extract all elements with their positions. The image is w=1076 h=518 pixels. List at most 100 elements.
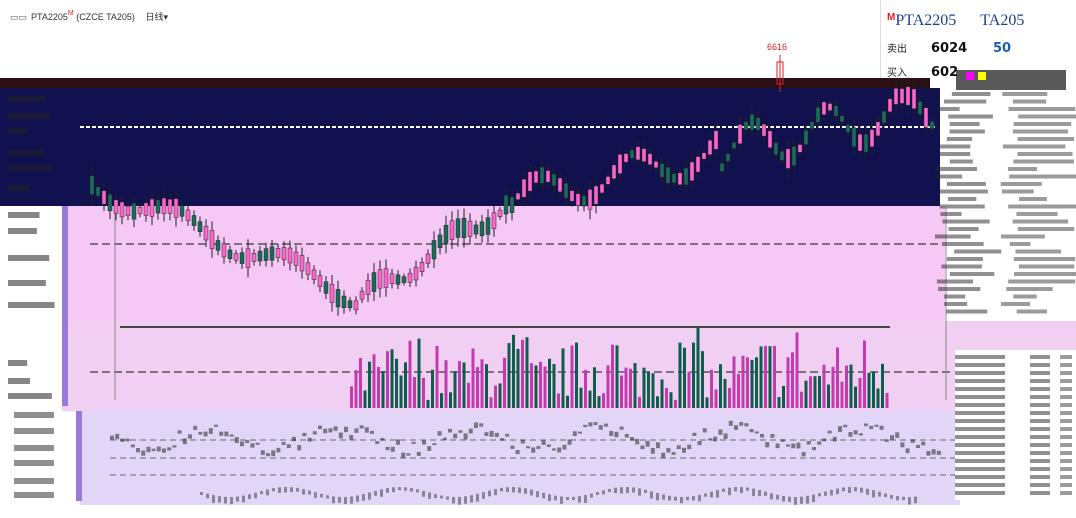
candle-body [419, 262, 425, 272]
volume-bar [480, 359, 484, 408]
candle-body [155, 199, 161, 214]
right-panel-lower-mark [1030, 467, 1050, 471]
right-panel-mark [954, 249, 1002, 254]
oscillator-mark [411, 441, 416, 445]
oscillator-mark [775, 443, 780, 449]
bottom-wave-mark [488, 490, 491, 497]
oscillator-mark [385, 446, 390, 451]
oscillator-mark [401, 452, 406, 458]
oscillator-mark [536, 446, 541, 449]
volume-bar [444, 360, 448, 408]
candle-body [785, 148, 791, 169]
candle-body [485, 217, 491, 235]
bottom-wave-mark [902, 496, 905, 501]
candle-body [185, 209, 191, 221]
oscillator-mark [292, 436, 296, 442]
bottom-wave-mark [686, 496, 689, 501]
right-panel-lower-mark [1060, 451, 1072, 455]
right-panel-mark [1018, 114, 1076, 119]
candle-body [617, 154, 623, 174]
oscillator-mark [354, 428, 359, 433]
right-panel-lower-mark [1030, 355, 1050, 359]
oscillator-mark [349, 434, 354, 440]
oscillator-mark [619, 426, 624, 430]
right-panel-mark [942, 242, 984, 246]
volume-bar [390, 349, 394, 408]
oscillator-mark [697, 440, 702, 446]
candle-body [341, 295, 347, 308]
volume-bar [615, 345, 619, 408]
volume-bar [791, 352, 794, 408]
left-axis-label [8, 113, 52, 119]
volume-bar [696, 326, 700, 408]
bottom-wave-mark [506, 487, 509, 492]
right-panel-lower-mark [955, 419, 1005, 423]
right-panel-lower-mark [955, 411, 1005, 415]
candle-body [125, 205, 131, 216]
right-panel-lower-mark [1030, 459, 1050, 463]
oscillator-mark [448, 428, 452, 433]
right-panel-mark [939, 204, 985, 209]
candle-body [857, 134, 863, 152]
oscillator-mark [136, 447, 140, 453]
oscillator-mark [172, 445, 177, 448]
volume-bar [638, 396, 641, 408]
oscillator-mark [812, 447, 816, 451]
oscillator-mark [531, 447, 536, 453]
bottom-wave-mark [680, 496, 683, 504]
right-panel-lower-mark [1030, 475, 1050, 479]
oscillator-mark [702, 428, 707, 433]
volume-bar [534, 365, 538, 408]
right-panel-mark [946, 309, 988, 314]
oscillator-mark [364, 427, 369, 433]
volume-bar [539, 361, 542, 408]
oscillator-mark [843, 424, 848, 428]
right-panel-mark [1017, 227, 1075, 231]
bottom-wave-mark [830, 489, 833, 496]
chart-canvas [8, 55, 1076, 505]
right-panel-lower-mark [1030, 387, 1050, 391]
right-panel-mark [1013, 257, 1076, 261]
volume-bar [566, 395, 569, 408]
oscillator-mark [661, 452, 666, 458]
volume-bar [692, 342, 695, 408]
oscillator-mark [167, 447, 172, 451]
oscillator-mark [214, 424, 218, 427]
candle-body [395, 274, 401, 285]
candle-body [683, 167, 689, 186]
candle-body [899, 88, 905, 104]
oscillator-mark [869, 425, 874, 430]
oscillator-mark [396, 439, 400, 445]
volume-bar [701, 351, 704, 408]
bottom-wave-mark [476, 493, 479, 502]
right-panel-lower-mark [955, 467, 1005, 471]
candle-body [503, 194, 509, 215]
oscillator-mark [609, 430, 614, 436]
right-panel-lower-mark [1060, 475, 1072, 479]
bottom-wave-mark [518, 487, 521, 493]
candle-body [101, 190, 107, 205]
right-panel-mark [938, 287, 981, 291]
candle-body [587, 189, 593, 210]
bottom-wave-mark [356, 495, 359, 502]
right-panel-lower-mark [1060, 427, 1072, 431]
bottom-wave-mark [350, 496, 353, 504]
right-panel-mark [1016, 212, 1058, 216]
volume-bar [746, 357, 749, 408]
right-panel-mark [949, 122, 980, 126]
candle-body [767, 130, 773, 149]
left-axis-label [14, 428, 54, 434]
candle-body [221, 243, 227, 258]
candle-body [371, 272, 377, 292]
right-panel-lower-mark [955, 371, 1005, 375]
bottom-wave-mark [566, 496, 569, 501]
oscillator-mark [728, 420, 733, 426]
candle-body [329, 283, 335, 303]
oscillator-mark [567, 439, 572, 445]
oscillator-mark [302, 432, 307, 437]
candle-body [821, 101, 827, 115]
oscillator-mark [817, 441, 822, 445]
right-panel-lower-mark [1030, 419, 1050, 423]
right-panel-mark [943, 99, 987, 104]
volume-bar [863, 340, 866, 408]
